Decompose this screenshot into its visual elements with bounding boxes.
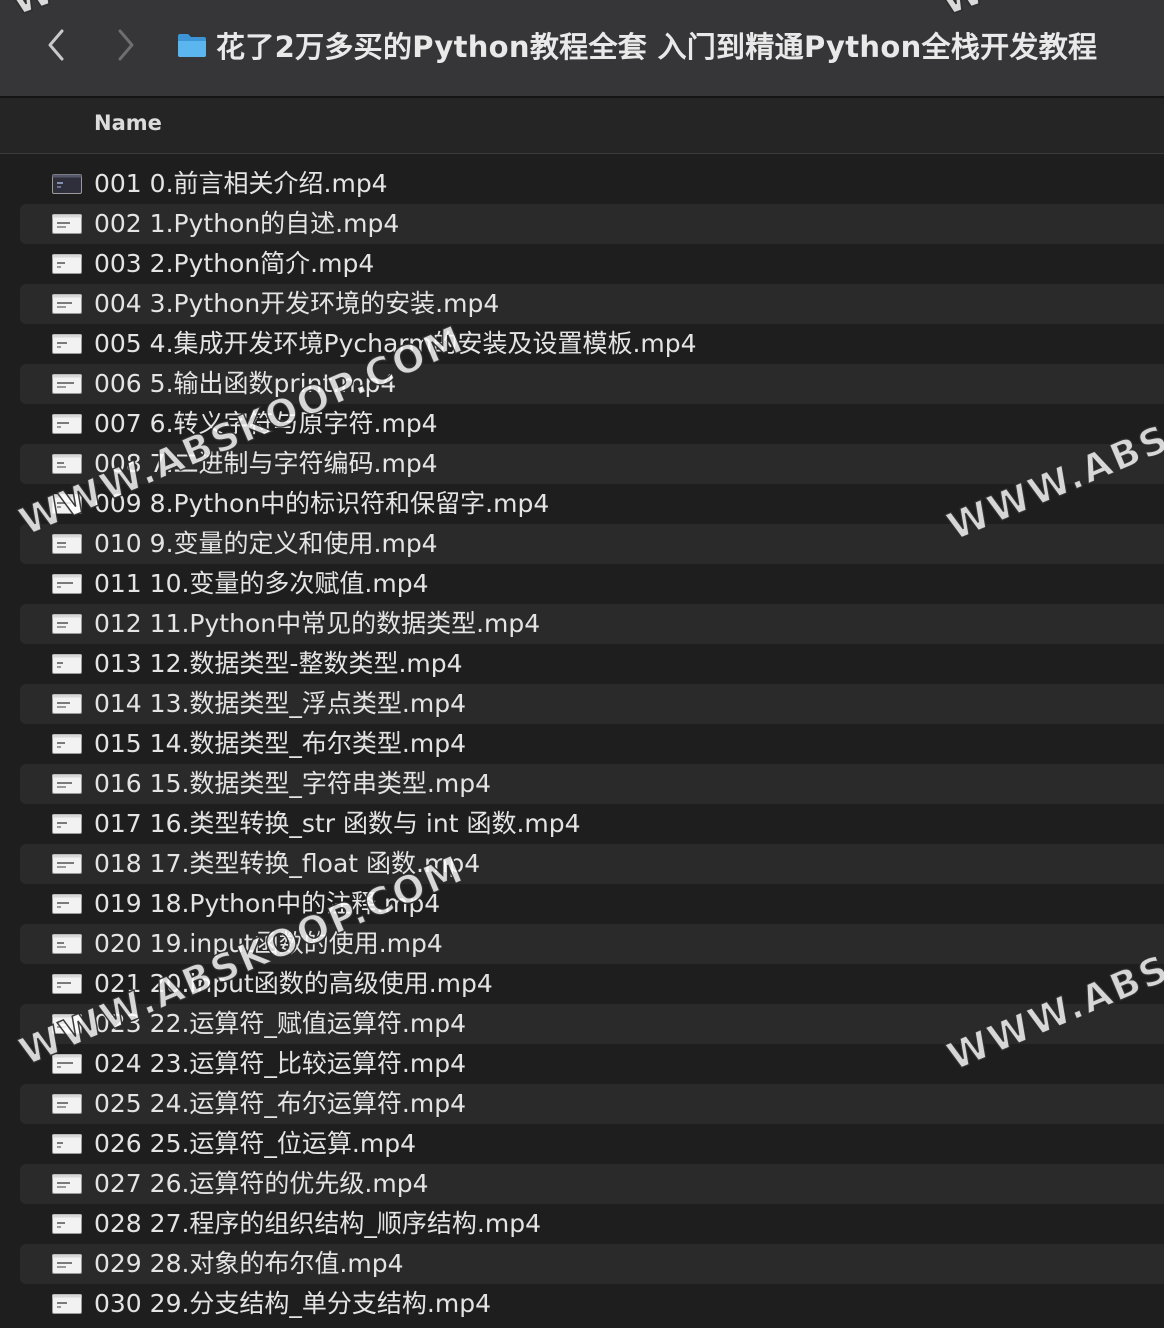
video-thumbnail-icon [52,374,82,394]
list-header: Name [0,98,1164,154]
file-row[interactable]: 027 26.运算符的优先级.mp4 [20,1164,1164,1204]
video-thumbnail-icon [52,1054,82,1074]
video-thumbnail-icon [52,894,82,914]
file-name: 017 16.类型转换_str 函数与 int 函数.mp4 [94,809,581,838]
file-name: 016 15.数据类型_字符串类型.mp4 [94,769,491,798]
file-row[interactable]: 016 15.数据类型_字符串类型.mp4 [20,764,1164,804]
file-name: 013 12.数据类型-整数类型.mp4 [94,649,463,678]
video-thumbnail-icon [52,574,82,594]
file-row[interactable]: 007 6.转义字符与原字符.mp4 [20,404,1164,444]
file-name: 019 18.Python中的注释.mp4 [94,889,441,918]
video-thumbnail-icon [52,694,82,714]
back-button[interactable] [36,22,76,68]
video-thumbnail-icon [52,414,82,434]
file-name: 024 23.运算符_比较运算符.mp4 [94,1049,466,1078]
video-thumbnail-icon [52,774,82,794]
video-thumbnail-icon [52,334,82,354]
file-name: 001 0.前言相关介绍.mp4 [94,169,388,198]
video-thumbnail-icon [52,734,82,754]
window-titlebar: 花了2万多买的Python教程全套 入门到精通Python全栈开发教程 [0,0,1164,98]
video-thumbnail-icon [52,254,82,274]
file-row[interactable]: 029 28.对象的布尔值.mp4 [20,1244,1164,1284]
file-row[interactable]: 017 16.类型转换_str 函数与 int 函数.mp4 [20,804,1164,844]
file-row[interactable]: 004 3.Python开发环境的安装.mp4 [20,284,1164,324]
chevron-left-icon [48,29,64,61]
file-name: 004 3.Python开发环境的安装.mp4 [94,289,500,318]
video-thumbnail-icon [52,934,82,954]
video-thumbnail-icon [52,854,82,874]
file-row[interactable]: 005 4.集成开发环境Pycharm的安装及设置模板.mp4 [20,324,1164,364]
video-thumbnail-icon [52,454,82,474]
file-name: 021 20.input函数的高级使用.mp4 [94,969,493,998]
file-row[interactable]: 028 27.程序的组织结构_顺序结构.mp4 [20,1204,1164,1244]
file-name: 026 25.运算符_位运算.mp4 [94,1129,416,1158]
file-row[interactable]: 008 7.二进制与字符编码.mp4 [20,444,1164,484]
file-name: 030 29.分支结构_单分支结构.mp4 [94,1289,491,1318]
file-row[interactable]: 024 23.运算符_比较运算符.mp4 [20,1044,1164,1084]
file-row[interactable]: 026 25.运算符_位运算.mp4 [20,1124,1164,1164]
file-name: 023 22.运算符_赋值运算符.mp4 [94,1009,466,1038]
video-thumbnail-icon [52,814,82,834]
file-row[interactable]: 014 13.数据类型_浮点类型.mp4 [20,684,1164,724]
file-row[interactable]: 021 20.input函数的高级使用.mp4 [20,964,1164,1004]
video-thumbnail-icon [52,214,82,234]
folder-icon [178,34,206,57]
video-thumbnail-icon [52,1294,82,1314]
file-name: 002 1.Python的自述.mp4 [94,209,400,238]
file-row[interactable]: 006 5.输出函数print.mp4 [20,364,1164,404]
file-name: 012 11.Python中常见的数据类型.mp4 [94,609,541,638]
video-thumbnail-icon [52,494,82,514]
window-title-text: 花了2万多买的Python教程全套 入门到精通Python全栈开发教程 [216,30,1098,64]
name-column-header[interactable]: Name [94,111,162,135]
finder-window: 花了2万多买的Python教程全套 入门到精通Python全栈开发教程 Name… [0,0,1164,1328]
video-thumbnail-icon [52,534,82,554]
file-row[interactable]: 010 9.变量的定义和使用.mp4 [20,524,1164,564]
video-thumbnail-icon [52,1014,82,1034]
file-row[interactable]: 019 18.Python中的注释.mp4 [20,884,1164,924]
file-name: 007 6.转义字符与原字符.mp4 [94,409,438,438]
file-row[interactable]: 018 17.类型转换_float 函数.mp4 [20,844,1164,884]
video-thumbnail-icon [52,294,82,314]
file-row[interactable]: 009 8.Python中的标识符和保留字.mp4 [20,484,1164,524]
video-thumbnail-icon [52,974,82,994]
file-row[interactable]: 003 2.Python简介.mp4 [20,244,1164,284]
file-name: 018 17.类型转换_float 函数.mp4 [94,849,481,878]
file-row[interactable]: 011 10.变量的多次赋值.mp4 [20,564,1164,604]
file-row[interactable]: 002 1.Python的自述.mp4 [20,204,1164,244]
video-thumbnail-icon [52,1174,82,1194]
video-thumbnail-icon [52,174,82,194]
file-row[interactable]: 015 14.数据类型_布尔类型.mp4 [20,724,1164,764]
file-name: 020 19.input函数的使用.mp4 [94,929,443,958]
file-row[interactable]: 030 29.分支结构_单分支结构.mp4 [20,1284,1164,1324]
file-row[interactable]: 013 12.数据类型-整数类型.mp4 [20,644,1164,684]
forward-button[interactable] [106,22,146,68]
chevron-right-icon [118,29,134,61]
video-thumbnail-icon [52,614,82,634]
file-list: 001 0.前言相关介绍.mp4 002 1.Python的自述.mp4 003 2… [0,164,1164,1324]
file-row[interactable]: 025 24.运算符_布尔运算符.mp4 [20,1084,1164,1124]
video-thumbnail-icon [52,1214,82,1234]
file-name: 003 2.Python简介.mp4 [94,249,375,278]
file-name: 010 9.变量的定义和使用.mp4 [94,529,438,558]
video-thumbnail-icon [52,1094,82,1114]
video-thumbnail-icon [52,1134,82,1154]
file-name: 009 8.Python中的标识符和保留字.mp4 [94,489,550,518]
file-name: 014 13.数据类型_浮点类型.mp4 [94,689,466,718]
file-row[interactable]: 001 0.前言相关介绍.mp4 [20,164,1164,204]
file-name: 006 5.输出函数print.mp4 [94,369,397,398]
file-row[interactable]: 023 22.运算符_赋值运算符.mp4 [20,1004,1164,1044]
file-name: 005 4.集成开发环境Pycharm的安装及设置模板.mp4 [94,329,697,358]
file-name: 029 28.对象的布尔值.mp4 [94,1249,404,1278]
file-row[interactable]: 020 19.input函数的使用.mp4 [20,924,1164,964]
file-name: 011 10.变量的多次赋值.mp4 [94,569,429,598]
video-thumbnail-icon [52,654,82,674]
window-title: 花了2万多买的Python教程全套 入门到精通Python全栈开发教程 [176,22,1097,68]
file-name: 015 14.数据类型_布尔类型.mp4 [94,729,466,758]
video-thumbnail-icon [52,1254,82,1274]
file-name: 028 27.程序的组织结构_顺序结构.mp4 [94,1209,541,1238]
file-name: 025 24.运算符_布尔运算符.mp4 [94,1089,466,1118]
file-name: 027 26.运算符的优先级.mp4 [94,1169,429,1198]
file-name: 008 7.二进制与字符编码.mp4 [94,449,438,478]
file-row[interactable]: 012 11.Python中常见的数据类型.mp4 [20,604,1164,644]
